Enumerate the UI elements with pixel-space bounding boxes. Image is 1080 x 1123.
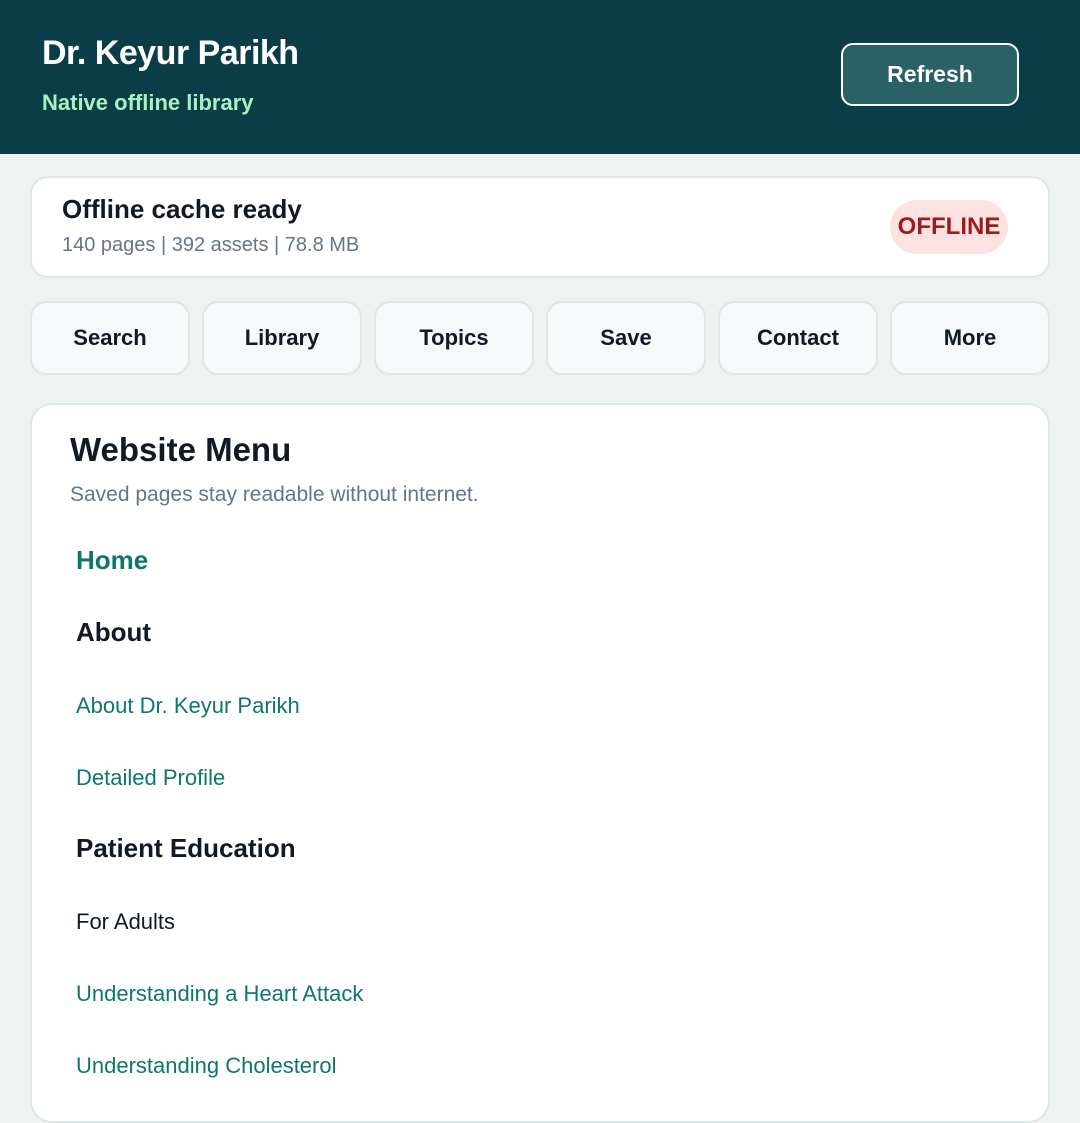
app-title: Dr. Keyur Parikh (42, 34, 299, 72)
website-menu-card: Website Menu Saved pages stay readable w… (30, 403, 1050, 1123)
cache-status-meta: 140 pages | 392 assets | 78.8 MB (62, 234, 360, 256)
menu-item-home[interactable]: Home (76, 545, 148, 576)
menu-subtitle: Saved pages stay readable without intern… (70, 483, 479, 506)
tab-more[interactable]: More (890, 301, 1050, 375)
menu-section-patient-education: Patient Education (76, 833, 296, 863)
tab-search[interactable]: Search (30, 301, 190, 375)
offline-status-badge: OFFLINE (890, 200, 1008, 254)
tab-library[interactable]: Library (202, 301, 362, 375)
menu-title: Website Menu (70, 431, 292, 468)
app-subtitle: Native offline library (42, 90, 254, 115)
app-header: Dr. Keyur Parikh Native offline library … (0, 0, 1080, 154)
menu-item-understanding-heart-attack[interactable]: Understanding a Heart Attack (76, 981, 363, 1007)
refresh-button[interactable]: Refresh (841, 43, 1019, 106)
cache-status-card: Offline cache ready 140 pages | 392 asse… (30, 176, 1050, 278)
menu-item-detailed-profile[interactable]: Detailed Profile (76, 765, 225, 791)
menu-subsection-for-adults: For Adults (76, 909, 176, 934)
menu-item-understanding-cholesterol[interactable]: Understanding Cholesterol (76, 1053, 337, 1079)
tab-save[interactable]: Save (546, 301, 706, 375)
menu-item-about-dr-keyur-parikh[interactable]: About Dr. Keyur Parikh (76, 693, 300, 719)
tab-contact[interactable]: Contact (718, 301, 878, 375)
menu-section-about: About (76, 617, 152, 647)
cache-status-title: Offline cache ready (62, 194, 302, 224)
quick-nav-tabs: Search Library Topics Save Contact More (30, 301, 1050, 375)
tab-topics[interactable]: Topics (374, 301, 534, 375)
